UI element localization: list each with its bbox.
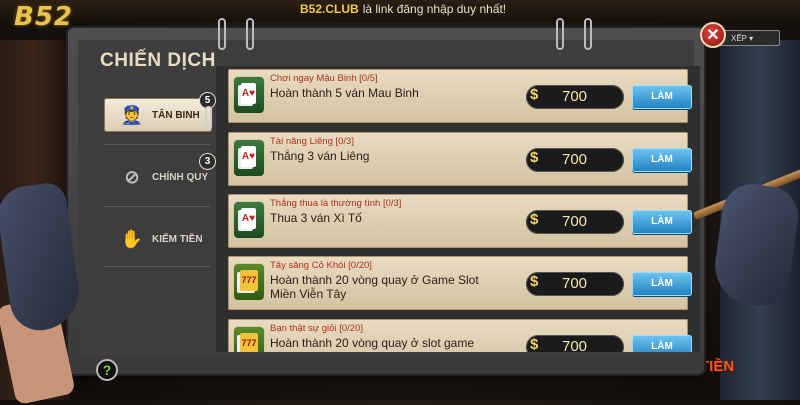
mission-title-text: Bạn thật sự giỏi [270, 323, 337, 334]
help-button[interactable]: ? [96, 359, 118, 381]
do-mission-button[interactable]: LÀM [632, 210, 692, 234]
cards-icon: A♥ [234, 140, 264, 176]
reward-amount: $700 [526, 148, 624, 172]
close-button[interactable]: ✕ [700, 22, 726, 48]
tab-label: CHÍNH QUY [152, 172, 209, 183]
mission-description: Hoàn thành 20 vòng quay ở slot game [270, 336, 475, 350]
mission-title-text: Tây săng Cỏ Khói [270, 260, 346, 271]
mission-title: Tài năng Liêng [0/3] [270, 136, 354, 147]
binder-ring-icon [246, 18, 254, 50]
tab-divider [104, 266, 210, 267]
tab-label: TÂN BINH [152, 110, 200, 121]
do-mission-button[interactable]: LÀM [632, 335, 692, 352]
dollar-icon: $ [530, 149, 539, 166]
tab-label: KIẾM TIỀN [152, 234, 203, 245]
soldier-icon: 👮 [120, 105, 144, 125]
cards-icon: A♥ [234, 77, 264, 113]
mission-title: Chơi ngay Mậu Binh [0/5] [270, 73, 378, 84]
tab-kiem-tien[interactable]: ✋ KIẾM TIỀN [104, 222, 212, 256]
dollar-icon: $ [530, 86, 539, 103]
do-mission-button[interactable]: LÀM [632, 272, 692, 296]
background-tien-text: TIỀN [700, 358, 735, 375]
top-banner-message: B52.CLUB là link đăng nhập duy nhất! [300, 2, 506, 16]
tab-badge: 3 [199, 153, 216, 170]
target-icon: ⊘ [124, 167, 140, 187]
mission-progress: [0/20] [339, 323, 363, 334]
mission-item: A♥ Tài năng Liêng [0/3] Thắng 3 ván Liên… [228, 132, 692, 186]
reward-value: 700 [562, 151, 588, 168]
reward-value: 700 [562, 338, 588, 352]
mission-progress: [0/20] [348, 260, 372, 271]
club-name: B52.CLUB [300, 2, 359, 16]
mission-title: Bạn thật sự giỏi [0/20] [270, 323, 363, 334]
mission-item: A♥ Chơi ngay Mậu Binh [0/5] Hoàn thành 5… [228, 69, 692, 123]
mission-item: 777 Bạn thật sự giỏi [0/20] Hoàn thành 2… [228, 319, 692, 352]
binder-ring-icon [556, 18, 564, 50]
mission-progress: [0/3] [335, 136, 355, 147]
mission-title-text: Thắng thua là thường tình [270, 198, 381, 209]
mission-title: Tây săng Cỏ Khói [0/20] [270, 260, 372, 271]
reward-amount: $700 [526, 272, 624, 296]
reward-amount: $700 [526, 85, 624, 109]
reward-value: 700 [562, 275, 588, 292]
mission-item: A♥ Thắng thua là thường tình [0/3] Thua … [228, 194, 692, 248]
cards-icon: A♥ [234, 202, 264, 238]
banner-text: là link đăng nhập duy nhất! [362, 2, 507, 16]
mission-progress: [0/5] [359, 73, 378, 84]
do-mission-button[interactable]: LÀM [632, 148, 692, 172]
dollar-icon: $ [530, 273, 539, 290]
mission-title-text: Tài năng Liêng [270, 136, 333, 147]
dialog-title: CHIẾN DỊCH [100, 50, 216, 71]
reward-value: 700 [562, 88, 588, 105]
reward-amount: $700 [526, 335, 624, 352]
reward-value: 700 [562, 213, 588, 230]
tab-divider [104, 206, 210, 207]
mission-list[interactable]: A♥ Chơi ngay Mậu Binh [0/5] Hoàn thành 5… [216, 66, 700, 352]
mission-description: Hoàn thành 5 ván Mau Binh [270, 86, 419, 100]
mission-description: Thắng 3 ván Liêng [270, 149, 370, 163]
tab-divider [104, 144, 210, 145]
mission-item: 777 Tây săng Cỏ Khói [0/20] Hoàn thành 2… [228, 256, 692, 310]
mission-description: Thua 3 ván Xì Tố [270, 211, 362, 225]
reward-amount: $700 [526, 210, 624, 234]
tab-chinh-quy[interactable]: ⊘ CHÍNH QUY [104, 160, 212, 194]
mission-title: Thắng thua là thường tình [0/3] [270, 198, 401, 209]
paper-clip-icon [205, 106, 212, 130]
sort-label: XẾP [731, 34, 747, 43]
dollar-icon: $ [530, 211, 539, 228]
mission-description: Hoàn thành 20 vòng quay ở Game Slot Miền… [270, 273, 479, 301]
do-mission-button[interactable]: LÀM [632, 85, 692, 109]
mission-progress: [0/3] [382, 198, 402, 209]
mission-title-text: Chơi ngay Mậu Binh [270, 73, 357, 84]
game-logo: B52 [14, 2, 73, 32]
dollar-icon: $ [530, 336, 539, 352]
binder-ring-icon [218, 18, 226, 50]
money-hand-icon: ✋ [120, 229, 144, 249]
slot-777-icon: 777 [234, 264, 264, 300]
binder-ring-icon [584, 18, 592, 50]
slot-777-icon: 777 [234, 327, 264, 352]
tab-tan-binh[interactable]: 👮 TÂN BINH [104, 98, 212, 132]
